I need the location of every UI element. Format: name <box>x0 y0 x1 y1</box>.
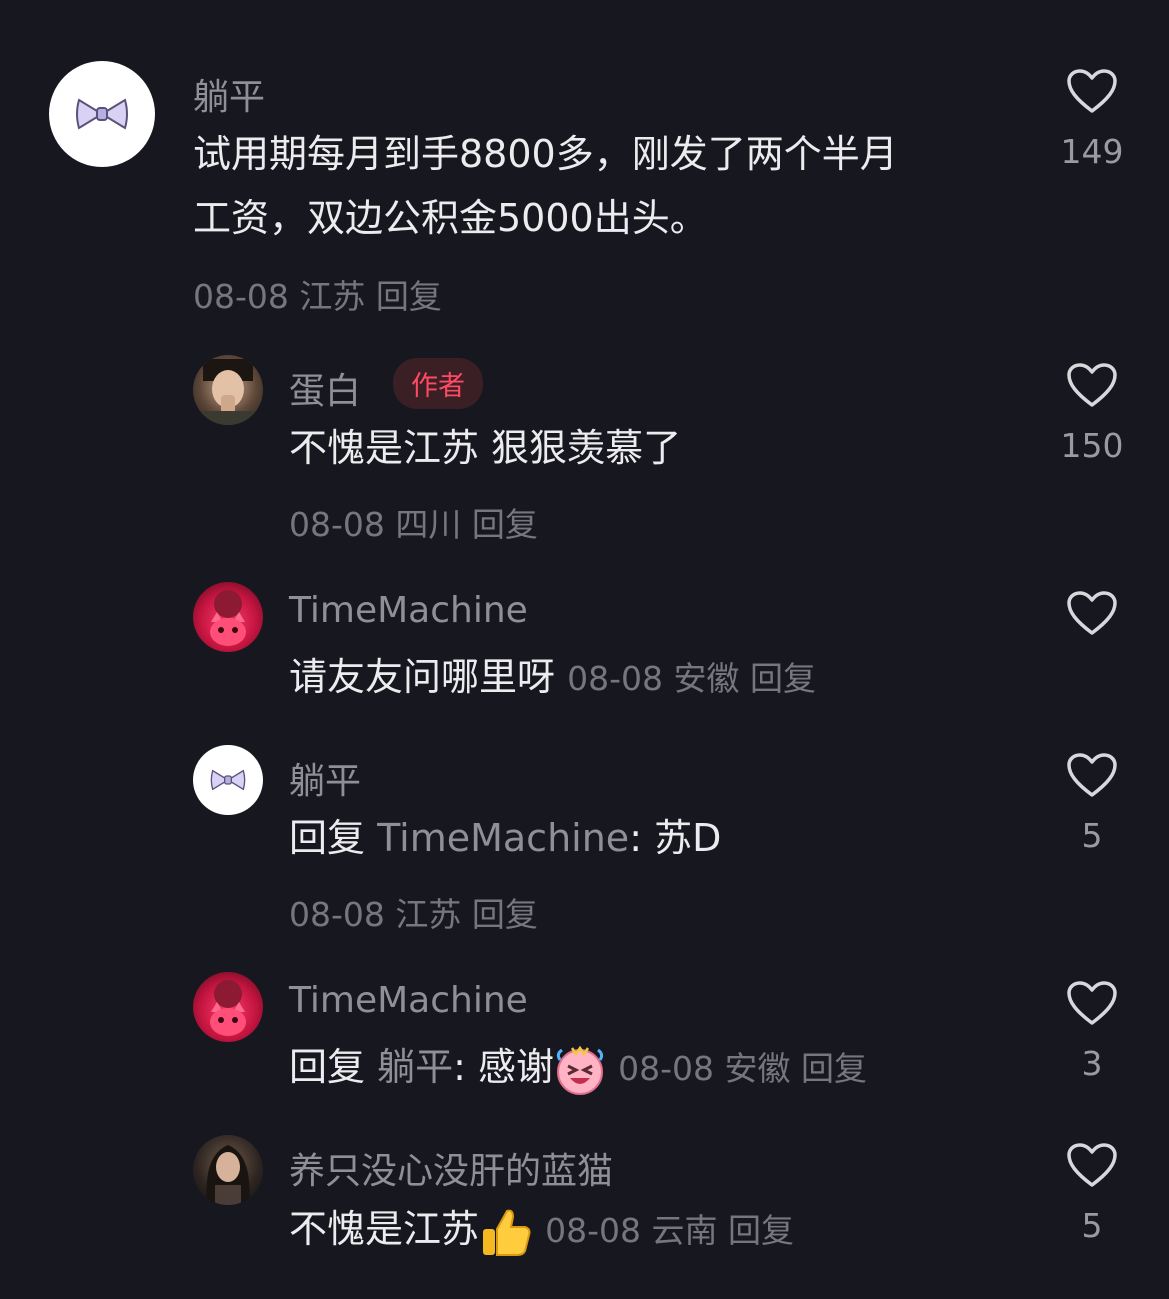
comment-author[interactable]: TimeMachine <box>289 590 528 631</box>
reply-button[interactable]: 回复 <box>801 1049 867 1088</box>
comment-meta: 08-08 江苏 回复 <box>289 888 538 936</box>
red-cat-avatar-icon <box>210 980 246 1036</box>
reply-button[interactable]: 回复 <box>376 277 442 316</box>
woman-portrait-avatar-icon <box>206 1145 250 1205</box>
avatar[interactable] <box>193 972 263 1042</box>
like-count: 150 <box>1060 426 1124 465</box>
like-button[interactable]: 149 <box>1032 68 1152 171</box>
author-badge: 作者 <box>393 358 483 409</box>
avatar[interactable] <box>193 355 263 425</box>
comment-text-line: 工资，双边公积金5000出头。 <box>193 196 708 240</box>
comment-date: 08-08 <box>289 895 385 934</box>
comment-location: 江苏 <box>299 277 366 316</box>
comment-date: 08-08 <box>289 505 385 544</box>
like-count: 149 <box>1060 132 1124 171</box>
comment-text: 回复 躺平: 感谢 08-08 安徽 回复 <box>289 1035 867 1101</box>
bow-avatar-icon <box>210 769 246 791</box>
heart-icon <box>1067 591 1117 635</box>
like-button[interactable]: 150 <box>1032 362 1152 465</box>
avatar[interactable] <box>193 582 263 652</box>
bow-avatar-icon <box>76 98 128 130</box>
heart-icon <box>1067 69 1117 113</box>
comment-author[interactable]: 躺平 <box>193 68 265 120</box>
avatar[interactable] <box>193 745 263 815</box>
like-count: 5 <box>1081 816 1103 855</box>
comment-text-line: 试用期每月到手8800多，刚发了两个半月 <box>193 132 898 176</box>
like-button[interactable]: 3 <box>1032 980 1152 1083</box>
comment-text-content: 请友友问哪里呀 <box>289 655 556 699</box>
comment-meta: 08-08 安徽 回复 <box>567 659 816 698</box>
comment-text-content: : 感谢 <box>453 1045 555 1089</box>
comment-date: 08-08 <box>618 1049 714 1088</box>
comment-date: 08-08 <box>545 1211 641 1250</box>
comment-text-content: : 苏D <box>629 816 722 860</box>
comment-author[interactable]: TimeMachine <box>289 980 528 1021</box>
comment-location: 云南 <box>651 1211 718 1250</box>
like-button[interactable]: 5 <box>1032 1142 1152 1245</box>
comment-text: 不愧是江苏 狠狠羡慕了 <box>289 426 682 470</box>
comment-meta: 08-08 云南 回复 <box>545 1211 794 1250</box>
laughing-cry-emoji <box>556 1045 604 1095</box>
reply-button[interactable]: 回复 <box>472 505 538 544</box>
heart-icon <box>1067 363 1117 407</box>
comment-text: 不愧是江苏 08-08 云南 回复 <box>289 1197 794 1263</box>
thumbs-up-emoji <box>483 1209 531 1256</box>
like-button[interactable] <box>1032 590 1152 636</box>
heart-icon <box>1067 753 1117 797</box>
avatar[interactable] <box>193 1135 263 1205</box>
comment-text: 回复 TimeMachine: 苏D <box>289 806 721 870</box>
like-count: 3 <box>1081 1044 1103 1083</box>
comment-meta: 08-08 江苏 回复 <box>193 270 442 318</box>
comment-author[interactable]: 躺平 <box>289 752 361 804</box>
comment-date: 08-08 <box>193 277 289 316</box>
reply-button[interactable]: 回复 <box>472 895 538 934</box>
comment-meta: 08-08 四川 回复 <box>289 498 538 546</box>
like-count: 5 <box>1081 1206 1103 1245</box>
comment-location: 安徽 <box>724 1049 791 1088</box>
comment-location: 安徽 <box>673 659 740 698</box>
avatar[interactable] <box>49 61 155 167</box>
heart-icon <box>1067 1143 1117 1187</box>
comment-author[interactable]: 蛋白 <box>289 362 361 414</box>
reply-to-user[interactable]: 躺平 <box>377 1045 453 1089</box>
comment-text: 试用期每月到手8800多，刚发了两个半月 工资，双边公积金5000出头。 <box>193 122 898 250</box>
red-cat-avatar-icon <box>210 590 246 646</box>
comment-location: 江苏 <box>395 895 462 934</box>
like-button[interactable]: 5 <box>1032 752 1152 855</box>
portrait-avatar-icon <box>201 359 255 425</box>
comment-date: 08-08 <box>567 659 663 698</box>
comment-author[interactable]: 养只没心没肝的蓝猫 <box>289 1142 613 1194</box>
comment-meta: 08-08 安徽 回复 <box>618 1049 867 1088</box>
reply-button[interactable]: 回复 <box>750 659 816 698</box>
heart-icon <box>1067 981 1117 1025</box>
comment-location: 四川 <box>395 505 462 544</box>
reply-button[interactable]: 回复 <box>728 1211 794 1250</box>
reply-prefix: 回复 <box>289 816 366 860</box>
comment-text: 请友友问哪里呀 08-08 安徽 回复 <box>289 645 816 711</box>
reply-to-user[interactable]: TimeMachine <box>377 816 629 860</box>
reply-prefix: 回复 <box>289 1045 366 1089</box>
comment-text-content: 不愧是江苏 <box>289 1207 480 1251</box>
